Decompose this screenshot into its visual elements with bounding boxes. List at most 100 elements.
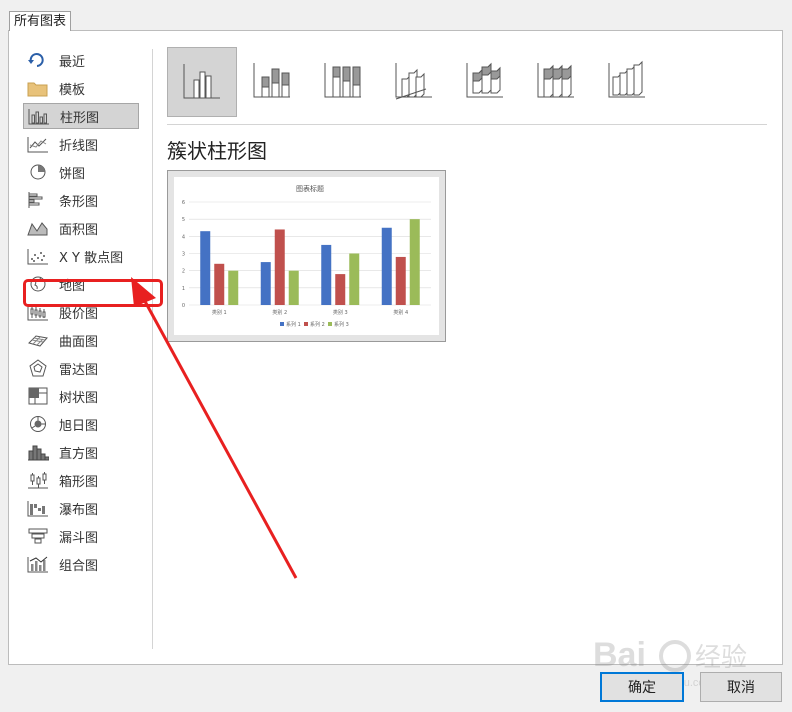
legend-swatch	[280, 322, 284, 326]
sidebar-item-label: 模板	[59, 82, 86, 98]
subtype-title: 簇状柱形图	[167, 139, 267, 163]
sidebar-item-label: 最近	[59, 54, 86, 70]
area-chart-icon	[27, 219, 49, 237]
sidebar-item-label: 箱形图	[59, 474, 99, 490]
sidebar-item-pie-chart[interactable]: 饼图	[23, 159, 139, 185]
bar	[260, 262, 271, 305]
bar	[321, 244, 332, 305]
3d-100-stacked-column-icon[interactable]	[522, 47, 590, 115]
y-tick-label: 4	[182, 234, 185, 240]
radar-chart-icon	[27, 359, 49, 377]
sidebar-item-funnel-chart[interactable]: 漏斗图	[23, 523, 139, 549]
bar	[349, 253, 360, 305]
sidebar-item-label: X Y 散点图	[59, 250, 124, 266]
waterfall-chart-icon	[27, 499, 49, 517]
x-tick-label: 类别 4	[393, 309, 408, 316]
sidebar-item-label: 直方图	[59, 446, 99, 462]
legend-label: 系列 2	[310, 321, 325, 328]
sidebar-item-box-whisker-chart[interactable]: 箱形图	[23, 467, 139, 493]
y-tick-label: 5	[182, 217, 185, 223]
ok-button[interactable]: 确定	[600, 672, 684, 702]
sidebar-item-line-chart[interactable]: 折线图	[23, 131, 139, 157]
map-chart-icon	[27, 275, 49, 293]
combo-chart-icon	[27, 555, 49, 573]
preview-chart: 图表标题 0 1 2 3 4 5 6 类别 1 类别 2 类别 3 类别 4 系列 1 系列 2 系列 3	[182, 184, 431, 328]
legend-label: 系列 1	[286, 321, 301, 328]
clustered-column-icon[interactable]	[167, 47, 237, 117]
y-tick-label: 1	[182, 286, 185, 292]
column-chart-icon	[28, 107, 50, 125]
sidebar-divider	[152, 49, 153, 649]
sidebar-item-label: 饼图	[59, 166, 86, 182]
3d-column-icon[interactable]	[593, 47, 661, 115]
sidebar-item-label: 面积图	[59, 222, 99, 238]
y-tick-label: 0	[182, 303, 185, 309]
bar	[335, 274, 346, 305]
sidebar-item-label: 地图	[59, 278, 86, 294]
sidebar-item-bar-chart[interactable]: 条形图	[23, 187, 139, 213]
sidebar-item-combo-chart[interactable]: 组合图	[23, 551, 139, 577]
sidebar-item-histogram-chart[interactable]: 直方图	[23, 439, 139, 465]
treemap-chart-icon	[27, 387, 49, 405]
sidebar-item-recent[interactable]: 最近	[23, 47, 139, 73]
chart-title: 图表标题	[296, 184, 324, 193]
sidebar-item-scatter-chart[interactable]: X Y 散点图	[23, 243, 139, 269]
sidebar-item-waterfall-chart[interactable]: 瀑布图	[23, 495, 139, 521]
sidebar-item-sunburst-chart[interactable]: 旭日图	[23, 411, 139, 437]
bar	[381, 227, 392, 305]
subtype-divider	[167, 124, 767, 125]
folder-icon	[27, 79, 49, 97]
sidebar-item-treemap-chart[interactable]: 树状图	[23, 383, 139, 409]
sunburst-chart-icon	[27, 415, 49, 433]
bar	[228, 270, 239, 305]
stock-chart-icon	[27, 303, 49, 321]
surface-chart-icon	[27, 331, 49, 349]
box-whisker-chart-icon	[27, 471, 49, 489]
legend-label: 系列 3	[334, 321, 349, 328]
line-chart-icon	[27, 135, 49, 153]
bar	[214, 263, 225, 305]
sidebar-item-map-chart[interactable]: 地图	[23, 271, 139, 297]
dialog-panel: 最近模板柱形图折线图饼图条形图面积图 X Y 散点图 地图股价图曲面图雷达图树状图旭…	[8, 30, 783, 665]
bar	[395, 256, 406, 305]
3d-clustered-column-icon[interactable]	[380, 47, 448, 115]
chart-preview[interactable]: 图表标题 0 1 2 3 4 5 6 类别 1 类别 2 类别 3 类别 4 系列 1 系列 2 系列 3	[167, 170, 446, 342]
sidebar-item-label: 组合图	[59, 558, 99, 574]
100-stacked-column-icon[interactable]	[309, 47, 377, 115]
sidebar-item-label: 瀑布图	[59, 502, 99, 518]
scatter-chart-icon	[27, 247, 49, 265]
bar	[409, 219, 420, 305]
legend-swatch	[304, 322, 308, 326]
sidebar-item-label: 旭日图	[59, 418, 99, 434]
sidebar-item-label: 折线图	[59, 138, 99, 154]
recent-icon	[27, 51, 49, 69]
sidebar-item-label: 曲面图	[59, 334, 99, 350]
sidebar-item-label: 股价图	[59, 306, 99, 322]
y-tick-label: 3	[182, 252, 185, 258]
histogram-chart-icon	[27, 443, 49, 461]
x-tick-label: 类别 3	[333, 309, 348, 316]
bar-chart-icon	[27, 191, 49, 209]
tab-all-charts[interactable]: 所有图表	[9, 11, 72, 31]
sidebar-item-radar-chart[interactable]: 雷达图	[23, 355, 139, 381]
sidebar-item-stock-chart[interactable]: 股价图	[23, 299, 139, 325]
sidebar-item-label: 漏斗图	[59, 530, 99, 546]
sidebar-item-label: 雷达图	[59, 362, 99, 378]
sidebar-item-surface-chart[interactable]: 曲面图	[23, 327, 139, 353]
x-tick-label: 类别 1	[212, 309, 227, 316]
sidebar-item-column-chart[interactable]: 柱形图	[23, 103, 139, 129]
sidebar-item-area-chart[interactable]: 面积图	[23, 215, 139, 241]
pie-chart-icon	[27, 163, 49, 181]
y-tick-label: 2	[182, 269, 185, 275]
sidebar-item-label: 柱形图	[60, 110, 100, 126]
x-tick-label: 类别 2	[272, 309, 287, 316]
bar	[200, 231, 211, 305]
sidebar-item-label: 条形图	[59, 194, 99, 210]
sidebar-item-label: 树状图	[59, 390, 99, 406]
bar	[288, 270, 299, 305]
legend-swatch	[328, 322, 332, 326]
cancel-button[interactable]: 取消	[700, 672, 782, 702]
sidebar-item-folder[interactable]: 模板	[23, 75, 139, 101]
3d-stacked-column-icon[interactable]	[451, 47, 519, 115]
stacked-column-icon[interactable]	[238, 47, 306, 115]
